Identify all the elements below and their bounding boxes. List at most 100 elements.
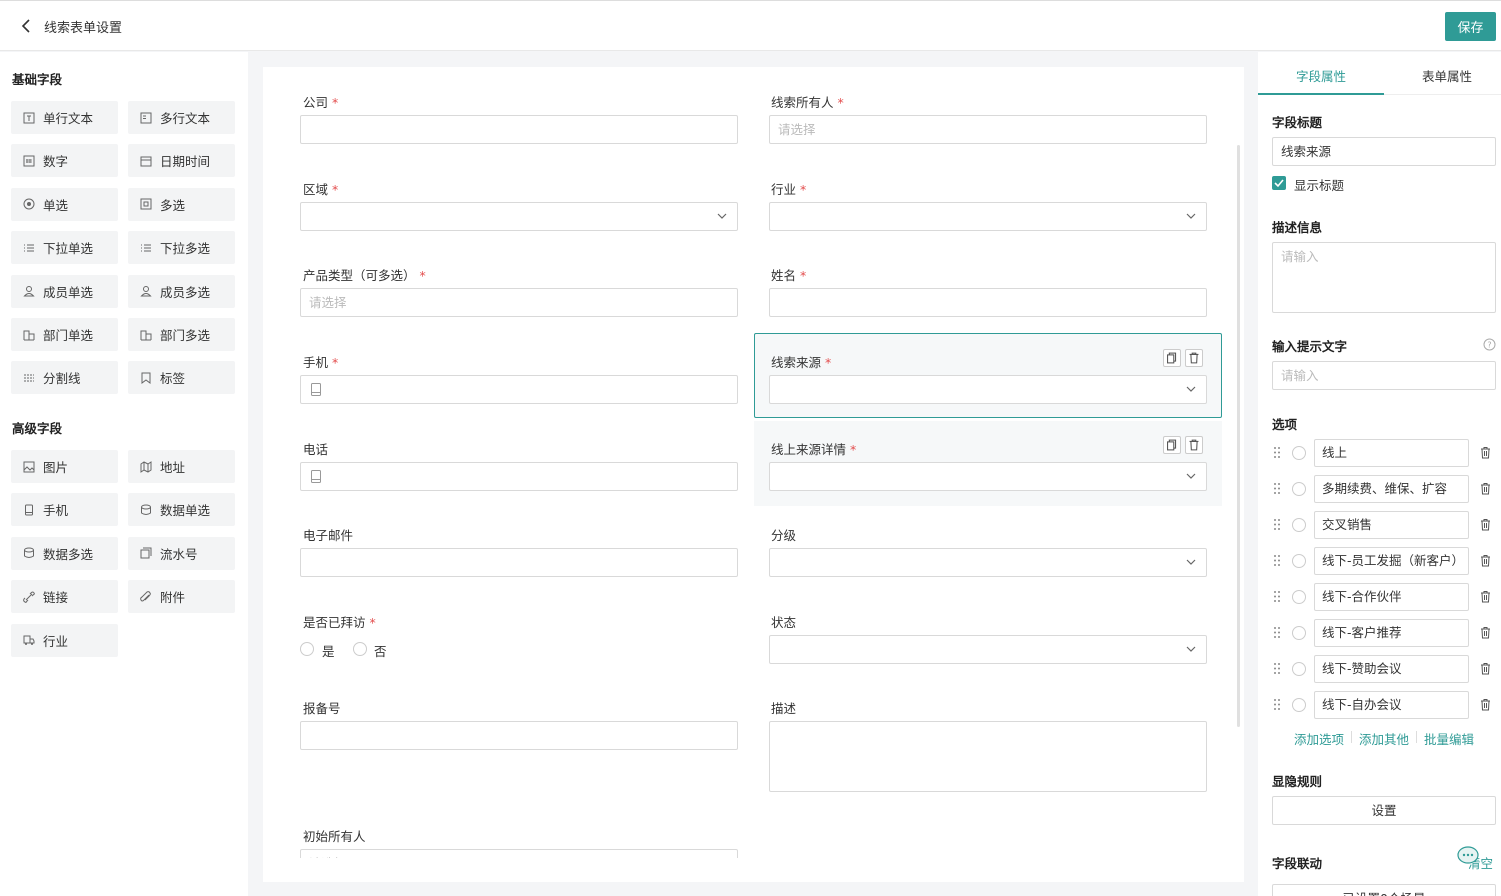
option-default-radio[interactable] [1292,662,1306,676]
option-default-radio[interactable] [1292,518,1306,532]
palette-item[interactable]: 成员单选 [11,274,118,308]
grade-select[interactable] [769,548,1207,577]
batch-edit-link[interactable]: 批量编辑 [1424,729,1474,748]
init-owner-select[interactable]: 请选择 [300,849,738,858]
tab-field-props[interactable]: 字段属性 [1296,66,1346,85]
drag-handle-icon[interactable] [1273,446,1281,459]
palette-item[interactable]: 部门单选 [11,318,118,351]
option-input[interactable]: 线下-自办会议 [1314,691,1469,719]
mobile-input[interactable] [300,375,738,404]
drag-handle-icon[interactable] [1273,590,1281,603]
option-input[interactable]: 线下-赞助会议 [1314,655,1469,683]
palette-item[interactable]: 单选 [11,187,118,221]
email-input[interactable] [300,548,738,577]
option-input[interactable]: 线下-合作伙伴 [1314,583,1469,611]
chevron-down-icon [1186,559,1196,565]
visited-no-radio[interactable] [353,642,367,656]
show-title-checkbox[interactable] [1272,176,1286,190]
trash-icon[interactable] [1480,662,1491,675]
drag-handle-icon[interactable] [1273,626,1281,639]
option-input[interactable]: 交叉销售 [1314,511,1469,539]
name-input[interactable] [769,288,1207,317]
palette-item[interactable]: 数据多选 [11,536,118,570]
delete-icon[interactable] [1185,349,1203,367]
drag-handle-icon[interactable] [1273,518,1281,531]
canvas-scrollbar[interactable] [1237,145,1240,727]
palette-item[interactable]: 多行文本 [128,101,235,134]
option-default-radio[interactable] [1292,626,1306,640]
region-select[interactable] [300,202,738,231]
palette-item[interactable]: 下拉单选 [11,231,118,265]
owner-select[interactable]: 请选择 [769,115,1207,144]
hint-input[interactable]: 请输入 [1272,361,1496,390]
save-button[interactable]: 保存 [1445,12,1496,41]
attachment-icon [140,590,151,602]
option-input[interactable]: 线下-员工发掘（新客户） [1314,547,1469,575]
palette-item[interactable]: 地址 [128,450,235,483]
palette-item[interactable]: 图片 [11,450,118,483]
option-row: 线下-自办会议 [1258,691,1501,719]
trash-icon[interactable] [1480,590,1491,603]
help-icon[interactable]: ? [1483,338,1496,351]
trash-icon[interactable] [1480,554,1491,567]
palette-item[interactable]: 手机 [11,493,118,527]
drag-handle-icon[interactable] [1273,698,1281,711]
phone-input[interactable] [300,462,738,491]
desc-textarea[interactable]: 请输入 [1272,242,1496,313]
copy-icon[interactable] [1163,436,1181,454]
company-input[interactable] [300,115,738,144]
palette-item[interactable]: 单行文本 [11,101,118,134]
trash-icon[interactable] [1480,626,1491,639]
option-default-radio[interactable] [1292,482,1306,496]
visibility-set-button[interactable]: 设置 [1272,796,1496,825]
drag-handle-icon[interactable] [1273,482,1281,495]
option-default-radio[interactable] [1292,698,1306,712]
visited-yes-radio[interactable] [300,642,314,656]
palette-item[interactable]: 附件 [128,580,235,614]
data-multi-icon [24,547,34,559]
palette-item-label: 成员单选 [43,284,94,300]
option-input[interactable]: 线上 [1314,439,1469,467]
source-detail-select[interactable] [769,462,1207,491]
trash-icon[interactable] [1480,482,1491,495]
palette-item-label: 单选 [43,197,69,213]
palette-item[interactable]: 数据单选 [128,493,235,527]
field-title-input[interactable]: 线索来源 [1272,137,1496,166]
palette-item[interactable]: 流水号 [128,536,235,570]
drag-handle-icon[interactable] [1273,662,1281,675]
linkage-button[interactable]: 已设置0个场景 [1272,884,1496,896]
palette-item[interactable]: 多选 [128,187,235,221]
palette-item[interactable]: 数字 [11,144,118,178]
copy-icon[interactable] [1163,349,1181,367]
option-default-radio[interactable] [1292,590,1306,604]
trash-icon[interactable] [1480,518,1491,531]
palette-item[interactable]: 标签 [128,361,235,395]
option-input[interactable]: 线下-客户推荐 [1314,619,1469,647]
industry-select[interactable] [769,202,1207,231]
palette-item[interactable]: 分割线 [11,361,118,395]
field-label-name: 姓名 * [771,268,807,283]
palette-item[interactable]: 行业 [11,623,118,657]
option-default-radio[interactable] [1292,554,1306,568]
palette-item[interactable]: 成员多选 [128,274,235,308]
trash-icon[interactable] [1480,446,1491,459]
drag-handle-icon[interactable] [1273,554,1281,567]
report-no-input[interactable] [300,721,738,750]
chat-bubble-icon[interactable] [1456,845,1480,867]
add-other-link[interactable]: 添加其他 [1359,729,1409,748]
trash-icon[interactable] [1480,698,1491,711]
palette-item[interactable]: 链接 [11,580,118,614]
status-select[interactable] [769,635,1207,664]
back-arrow-icon[interactable] [18,17,34,35]
source-select[interactable] [769,375,1207,404]
product-select[interactable]: 请选择 [300,288,738,317]
palette-item[interactable]: 日期时间 [128,144,235,178]
desc-textarea[interactable] [769,721,1207,792]
add-option-link[interactable]: 添加选项 [1294,729,1344,748]
palette-item[interactable]: 部门多选 [128,318,235,351]
option-input[interactable]: 多期续费、维保、扩容 [1314,475,1469,503]
delete-icon[interactable] [1185,436,1203,454]
option-default-radio[interactable] [1292,446,1306,460]
palette-item[interactable]: 下拉多选 [128,231,235,265]
tab-form-props[interactable]: 表单属性 [1422,66,1472,85]
